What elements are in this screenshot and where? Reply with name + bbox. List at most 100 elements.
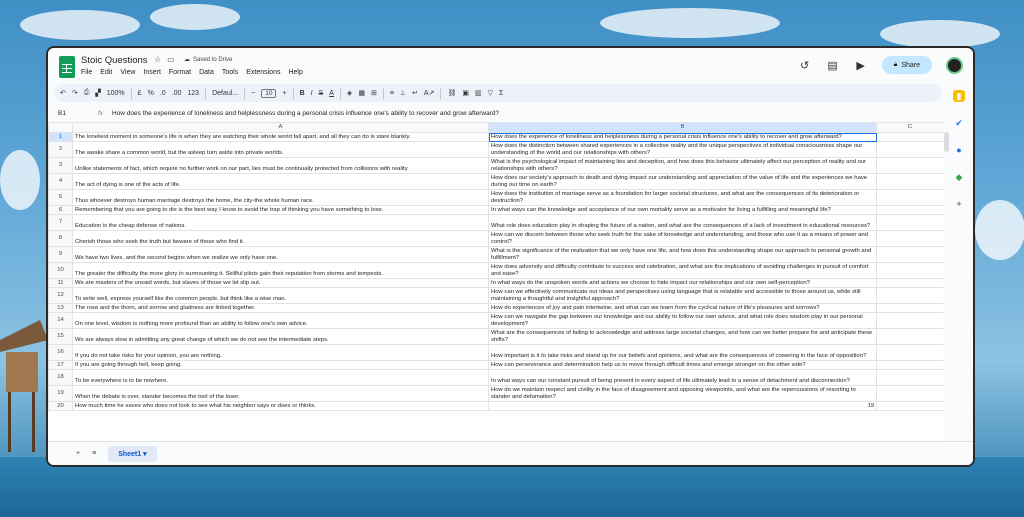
cell-b[interactable]: What role does education play in shaping… bbox=[488, 214, 877, 231]
paint-format-icon[interactable]: ▞ bbox=[95, 89, 100, 97]
row-header[interactable]: 17 bbox=[48, 360, 73, 370]
cell-a[interactable]: Unlike statements of fact, which require… bbox=[72, 157, 489, 174]
cell-b[interactable]: In what ways can our constant pursuit of… bbox=[488, 369, 877, 386]
cell-c[interactable] bbox=[876, 141, 943, 158]
cell-b[interactable]: In what ways can the knowledge and accep… bbox=[488, 205, 877, 215]
cell-a[interactable]: We have two lives, and the second begins… bbox=[72, 246, 489, 263]
contacts-icon[interactable]: ● bbox=[953, 144, 965, 156]
formula-input[interactable]: How does the experience of loneliness an… bbox=[112, 110, 499, 117]
row-header[interactable]: 16 bbox=[48, 344, 73, 361]
cell-b[interactable]: 19 bbox=[488, 401, 877, 411]
row-header[interactable]: 1 bbox=[48, 132, 73, 142]
horizontal-align-icon[interactable]: ≡ bbox=[390, 90, 394, 97]
cell-a[interactable]: If you are going through hell, keep goin… bbox=[72, 360, 489, 370]
decrease-decimal-button[interactable]: .0 bbox=[160, 90, 166, 97]
cell-c[interactable] bbox=[876, 303, 943, 313]
keep-icon[interactable]: ▮ bbox=[953, 90, 965, 102]
add-sheet-icon[interactable]: + bbox=[76, 450, 80, 457]
cell-a[interactable]: The greater the difficulty the more glor… bbox=[72, 262, 489, 279]
cell-a[interactable]: To write well, express yourself like the… bbox=[72, 287, 489, 304]
print-icon[interactable]: ⎙ bbox=[84, 89, 90, 97]
cell-a[interactable]: Thus whoever destroys human marriage des… bbox=[72, 189, 489, 206]
document-title[interactable]: Stoic Questions bbox=[81, 55, 148, 66]
row-header[interactable]: 5 bbox=[48, 189, 73, 206]
move-folder-icon[interactable]: ▭ bbox=[167, 55, 175, 64]
menu-format[interactable]: Format bbox=[169, 69, 191, 76]
cell-c[interactable] bbox=[876, 360, 943, 370]
cell-b[interactable]: What is the psychological impact of main… bbox=[488, 157, 877, 174]
cell-c[interactable] bbox=[876, 262, 943, 279]
row-header[interactable]: 12 bbox=[48, 287, 73, 304]
cell-b[interactable]: What is the significance of the realizat… bbox=[488, 246, 877, 263]
all-sheets-icon[interactable]: ≡ bbox=[92, 450, 96, 457]
zoom-select[interactable]: 100% bbox=[107, 90, 125, 97]
cell-b[interactable]: How can we discern between those who see… bbox=[488, 230, 877, 247]
meet-icon[interactable]: ▶ bbox=[854, 59, 868, 72]
cell-a[interactable]: Cherish those who seek the truth but bew… bbox=[72, 230, 489, 247]
cell-c[interactable] bbox=[876, 278, 943, 288]
cell-c[interactable] bbox=[876, 157, 943, 174]
cell-a[interactable]: How much time he saves who does not look… bbox=[72, 401, 489, 411]
cell-c[interactable] bbox=[876, 132, 943, 142]
undo-icon[interactable]: ↶ bbox=[60, 89, 66, 97]
row-header[interactable]: 3 bbox=[48, 157, 73, 174]
cell-a[interactable]: The rose and the thorn, and sorrow and g… bbox=[72, 303, 489, 313]
cell-a[interactable]: We are masters of the unsaid words, but … bbox=[72, 278, 489, 288]
select-all-corner[interactable] bbox=[48, 122, 73, 133]
cell-b[interactable]: How can we navigate the gap between our … bbox=[488, 312, 877, 329]
italic-icon[interactable]: I bbox=[311, 90, 313, 97]
cell-c[interactable] bbox=[876, 214, 943, 231]
tasks-icon[interactable]: ✔ bbox=[953, 117, 965, 129]
cell-a[interactable]: We are always slow in admitting any grea… bbox=[72, 328, 489, 345]
functions-icon[interactable]: Σ bbox=[499, 90, 503, 97]
cell-b[interactable]: How does the institution of marriage ser… bbox=[488, 189, 877, 206]
row-header[interactable]: 14 bbox=[48, 312, 73, 329]
cell-c[interactable] bbox=[876, 287, 943, 304]
row-header[interactable]: 8 bbox=[48, 230, 73, 247]
row-header[interactable]: 7 bbox=[48, 214, 73, 231]
fill-color-icon[interactable]: ◈ bbox=[347, 89, 352, 97]
row-header[interactable]: 15 bbox=[48, 328, 73, 345]
menu-file[interactable]: File bbox=[81, 69, 92, 76]
cell-c[interactable] bbox=[876, 344, 943, 361]
row-header[interactable]: 2 bbox=[48, 141, 73, 158]
percent-format-button[interactable]: % bbox=[148, 90, 154, 97]
insert-chart-icon[interactable]: ▥ bbox=[475, 89, 482, 97]
history-icon[interactable]: ↺ bbox=[798, 59, 812, 72]
cell-c[interactable] bbox=[876, 205, 943, 215]
cell-b-selected[interactable]: How does the experience of loneliness an… bbox=[488, 132, 877, 142]
insert-link-icon[interactable]: ⛓ bbox=[447, 89, 456, 97]
add-addon-icon[interactable]: + bbox=[953, 198, 965, 210]
cell-c[interactable] bbox=[876, 401, 943, 411]
text-color-icon[interactable]: A bbox=[329, 90, 334, 97]
font-size-decrease[interactable]: − bbox=[251, 90, 255, 97]
save-status[interactable]: ☁ Saved to Drive bbox=[184, 56, 232, 64]
cell-b[interactable]: What are the consequences of failing to … bbox=[488, 328, 877, 345]
comments-icon[interactable]: ▤ bbox=[826, 59, 840, 72]
cell-a[interactable]: On one level, wisdom is nothing more pro… bbox=[72, 312, 489, 329]
menu-edit[interactable]: Edit bbox=[100, 69, 112, 76]
font-size-increase[interactable]: + bbox=[282, 90, 286, 97]
row-header[interactable]: 4 bbox=[48, 173, 73, 190]
share-button[interactable]: 🔒︎ Share bbox=[881, 56, 932, 74]
cell-a[interactable]: To be everywhere is to be nowhere. bbox=[72, 369, 489, 386]
menu-tools[interactable]: Tools bbox=[222, 69, 238, 76]
cell-b[interactable]: How do we maintain respect and civility … bbox=[488, 385, 877, 402]
text-rotation-icon[interactable]: A↗ bbox=[424, 89, 435, 97]
merge-cells-icon[interactable]: ⊞ bbox=[371, 89, 377, 97]
more-formats-button[interactable]: 123 bbox=[187, 90, 199, 97]
row-header[interactable]: 10 bbox=[48, 262, 73, 279]
name-box[interactable]: B1 bbox=[48, 110, 98, 117]
vertical-align-icon[interactable]: ⊥ bbox=[400, 89, 406, 97]
cell-b[interactable]: In what ways do the unspoken words and a… bbox=[488, 278, 877, 288]
cell-a[interactable]: If you do not take risks for your opinio… bbox=[72, 344, 489, 361]
cell-c[interactable] bbox=[876, 328, 943, 345]
cell-c[interactable] bbox=[876, 189, 943, 206]
star-icon[interactable]: ☆ bbox=[154, 55, 161, 64]
row-header[interactable]: 18 bbox=[48, 369, 73, 386]
column-header-a[interactable]: A bbox=[72, 122, 489, 133]
cell-c[interactable] bbox=[876, 246, 943, 263]
borders-icon[interactable]: ▦ bbox=[358, 89, 365, 97]
row-header[interactable]: 9 bbox=[48, 246, 73, 263]
sheet-tab[interactable]: Sheet1 ▾ bbox=[108, 445, 157, 462]
